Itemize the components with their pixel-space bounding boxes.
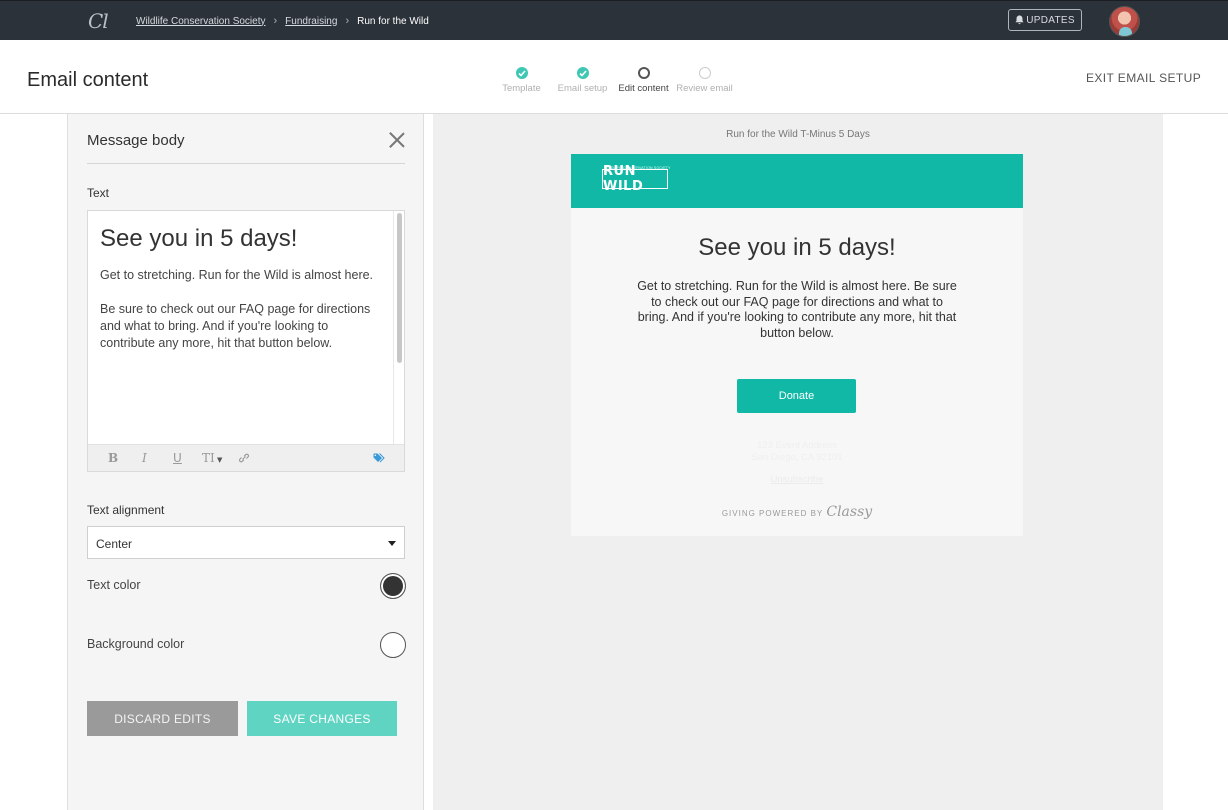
step-edit-content[interactable]: Edit content bbox=[612, 67, 675, 94]
user-avatar[interactable] bbox=[1109, 6, 1140, 37]
step-label: Review email bbox=[676, 83, 733, 94]
email-preview-area: Run for the Wild T-Minus 5 Days WILDLIFE… bbox=[433, 114, 1163, 810]
left-gutter bbox=[0, 114, 68, 810]
powered-by: GIVING POWERED BY Classy bbox=[571, 504, 1023, 520]
email-banner: WILDLIFE CONSERVATION SOCIETY RUN WILD bbox=[571, 154, 1023, 208]
step-template[interactable]: Template bbox=[490, 67, 553, 94]
message-body-panel: Message body Text See you in 5 days! Get… bbox=[67, 114, 424, 810]
updates-label: UPDATES bbox=[1026, 14, 1075, 26]
text-alignment-label: Text alignment bbox=[87, 503, 165, 517]
text-color-swatch[interactable] bbox=[380, 573, 406, 599]
right-gutter bbox=[1163, 114, 1228, 810]
page-title: Email content bbox=[27, 69, 149, 91]
link-icon[interactable] bbox=[238, 453, 250, 463]
unsubscribe-link[interactable]: Unsubscribe bbox=[571, 474, 1023, 485]
caret-down-icon bbox=[388, 541, 396, 546]
editor-paragraph: Get to stretching. Run for the Wild is a… bbox=[100, 268, 374, 282]
exit-email-setup-link[interactable]: EXIT EMAIL SETUP bbox=[1086, 71, 1201, 85]
breadcrumb: Wildlife Conservation Society › Fundrais… bbox=[136, 15, 429, 27]
address-line: 123 Event Address bbox=[757, 440, 837, 451]
breadcrumb-fundraising[interactable]: Fundraising bbox=[285, 16, 337, 27]
background-color-swatch[interactable] bbox=[380, 632, 406, 658]
underline-icon[interactable]: U bbox=[173, 451, 182, 465]
background-color-label: Background color bbox=[87, 637, 185, 651]
scrollbar-thumb[interactable] bbox=[397, 213, 402, 363]
run-for-the-wild-logo: WILDLIFE CONSERVATION SOCIETY RUN WILD bbox=[602, 164, 670, 194]
step-label: Edit content bbox=[618, 83, 669, 94]
font-size-icon[interactable]: TI ▼ bbox=[202, 451, 222, 465]
step-label: Email setup bbox=[557, 83, 608, 94]
classy-logo[interactable]: Cl bbox=[88, 9, 109, 33]
email-subject: Run for the Wild T-Minus 5 Days bbox=[726, 129, 870, 140]
chevron-right-icon: › bbox=[273, 15, 278, 27]
editor-paragraph: Be sure to check out our FAQ page for di… bbox=[100, 302, 371, 350]
pending-step-icon bbox=[698, 67, 711, 79]
tag-icon[interactable] bbox=[373, 453, 385, 463]
page-header: Email content Template Email setup Edit … bbox=[0, 40, 1228, 114]
divider bbox=[87, 163, 405, 164]
check-icon bbox=[515, 67, 528, 79]
editor-toolbar: B I U TI ▼ bbox=[88, 444, 404, 471]
email-heading: See you in 5 days! bbox=[698, 234, 896, 261]
email-body: Get to stretching. Run for the Wild is a… bbox=[637, 279, 957, 340]
setup-progress-steps: Template Email setup Edit content Review… bbox=[490, 67, 734, 94]
updates-button[interactable]: UPDATES bbox=[1008, 9, 1082, 31]
bold-icon[interactable]: B bbox=[108, 451, 118, 465]
step-email-setup[interactable]: Email setup bbox=[551, 67, 614, 94]
discard-edits-button[interactable]: DISCARD EDITS bbox=[87, 701, 238, 736]
panel-title: Message body bbox=[87, 132, 185, 149]
powered-by-label: GIVING POWERED BY bbox=[721, 509, 824, 518]
step-label: Template bbox=[502, 83, 541, 94]
top-nav: Cl Wildlife Conservation Society › Fundr… bbox=[0, 0, 1228, 40]
text-alignment-value: Center bbox=[96, 537, 133, 551]
classy-brand: Classy bbox=[826, 504, 873, 520]
text-label: Text bbox=[87, 186, 110, 200]
step-review-email[interactable]: Review email bbox=[673, 67, 736, 94]
breadcrumb-current: Run for the Wild bbox=[357, 15, 429, 27]
close-icon[interactable] bbox=[389, 132, 405, 148]
editor-content[interactable]: See you in 5 days! Get to stretching. Ru… bbox=[100, 225, 385, 369]
save-changes-button[interactable]: SAVE CHANGES bbox=[247, 701, 397, 736]
email-preview: WILDLIFE CONSERVATION SOCIETY RUN WILD S… bbox=[571, 154, 1023, 536]
breadcrumb-org[interactable]: Wildlife Conservation Society bbox=[136, 16, 266, 27]
font-size-label: TI bbox=[202, 451, 215, 465]
editor-heading: See you in 5 days! bbox=[100, 225, 298, 252]
logo-big-text: RUN WILD bbox=[602, 164, 668, 194]
check-icon bbox=[576, 67, 589, 79]
text-color-label: Text color bbox=[87, 578, 141, 592]
text-alignment-select[interactable]: Center bbox=[87, 526, 405, 559]
address-line: San Diego, CA 92101 bbox=[751, 452, 843, 463]
rich-text-editor[interactable]: See you in 5 days! Get to stretching. Ru… bbox=[87, 210, 405, 472]
donate-button[interactable]: Donate bbox=[737, 379, 856, 413]
bell-icon bbox=[1015, 15, 1024, 25]
editor-scrollbar[interactable] bbox=[393, 211, 405, 444]
chevron-right-icon: › bbox=[345, 15, 350, 27]
italic-icon[interactable]: I bbox=[142, 451, 147, 465]
current-step-icon bbox=[637, 67, 650, 79]
